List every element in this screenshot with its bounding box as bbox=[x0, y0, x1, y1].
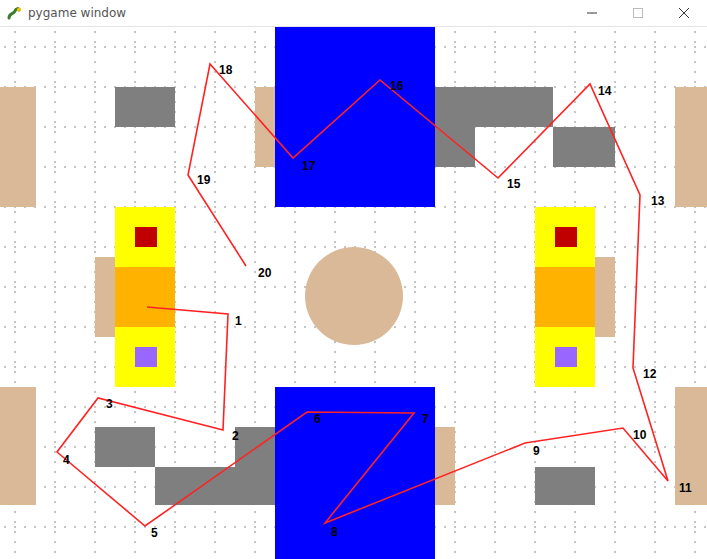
waypoint-label: 16 bbox=[390, 79, 404, 93]
station-base bbox=[535, 207, 595, 387]
purple-marker bbox=[135, 347, 157, 367]
waypoint-label: 2 bbox=[232, 429, 239, 443]
tan-block bbox=[0, 87, 36, 207]
waypoint-label: 17 bbox=[302, 159, 316, 173]
purple-marker bbox=[555, 347, 577, 367]
tan-block bbox=[595, 257, 615, 337]
waypoint-label: 7 bbox=[422, 412, 429, 426]
gray-wall bbox=[435, 127, 475, 167]
gray-wall bbox=[435, 87, 553, 127]
red-marker bbox=[555, 227, 577, 247]
waypoint-label: 1 bbox=[235, 314, 242, 328]
red-marker bbox=[135, 227, 157, 247]
tan-block bbox=[435, 427, 455, 505]
minimize-icon bbox=[587, 8, 597, 18]
gray-wall bbox=[235, 427, 275, 467]
waypoint-label: 18 bbox=[219, 63, 233, 77]
tan-block bbox=[0, 387, 36, 505]
gray-wall bbox=[95, 427, 155, 467]
pygame-snake-icon bbox=[6, 5, 22, 21]
waypoint-label: 8 bbox=[331, 525, 338, 539]
station bbox=[115, 207, 175, 387]
waypoint-label: 6 bbox=[314, 412, 321, 426]
tan-block bbox=[675, 87, 707, 207]
tan-block bbox=[675, 387, 707, 505]
maximize-button[interactable] bbox=[615, 0, 661, 26]
waypoint-label: 10 bbox=[633, 428, 647, 442]
gray-wall bbox=[535, 467, 595, 505]
tan-block bbox=[95, 257, 115, 337]
maximize-icon bbox=[633, 8, 643, 18]
pygame-window: pygame window 12345678910111213141516171… bbox=[0, 0, 707, 559]
route-path bbox=[57, 64, 668, 526]
gray-wall bbox=[553, 127, 615, 167]
waypoint-label: 12 bbox=[643, 367, 657, 381]
minimize-button[interactable] bbox=[569, 0, 615, 26]
waypoint-label: 3 bbox=[106, 397, 113, 411]
gray-wall bbox=[155, 467, 275, 505]
waypoint-label: 20 bbox=[258, 266, 272, 280]
close-icon bbox=[679, 8, 689, 18]
blue-zone bbox=[275, 27, 435, 207]
game-map: 1234567891011121314151617181920 bbox=[0, 27, 707, 559]
waypoint-label: 5 bbox=[151, 526, 158, 540]
window-title: pygame window bbox=[28, 6, 126, 20]
waypoint-label: 4 bbox=[63, 453, 70, 467]
waypoint-label: 14 bbox=[598, 84, 612, 98]
station-base bbox=[115, 207, 175, 387]
waypoint-label: 15 bbox=[507, 177, 521, 191]
title-bar: pygame window bbox=[0, 0, 707, 27]
waypoint-label: 9 bbox=[533, 444, 540, 458]
waypoint-label: 11 bbox=[679, 481, 692, 495]
center-circle bbox=[305, 247, 403, 345]
waypoint-label: 13 bbox=[651, 194, 665, 208]
station bbox=[535, 207, 595, 387]
close-button[interactable] bbox=[661, 0, 707, 26]
waypoint-label: 19 bbox=[197, 173, 211, 187]
gray-wall bbox=[115, 87, 175, 127]
station-core bbox=[115, 267, 175, 327]
game-canvas[interactable]: 1234567891011121314151617181920 bbox=[0, 27, 707, 559]
station-core bbox=[535, 267, 595, 327]
